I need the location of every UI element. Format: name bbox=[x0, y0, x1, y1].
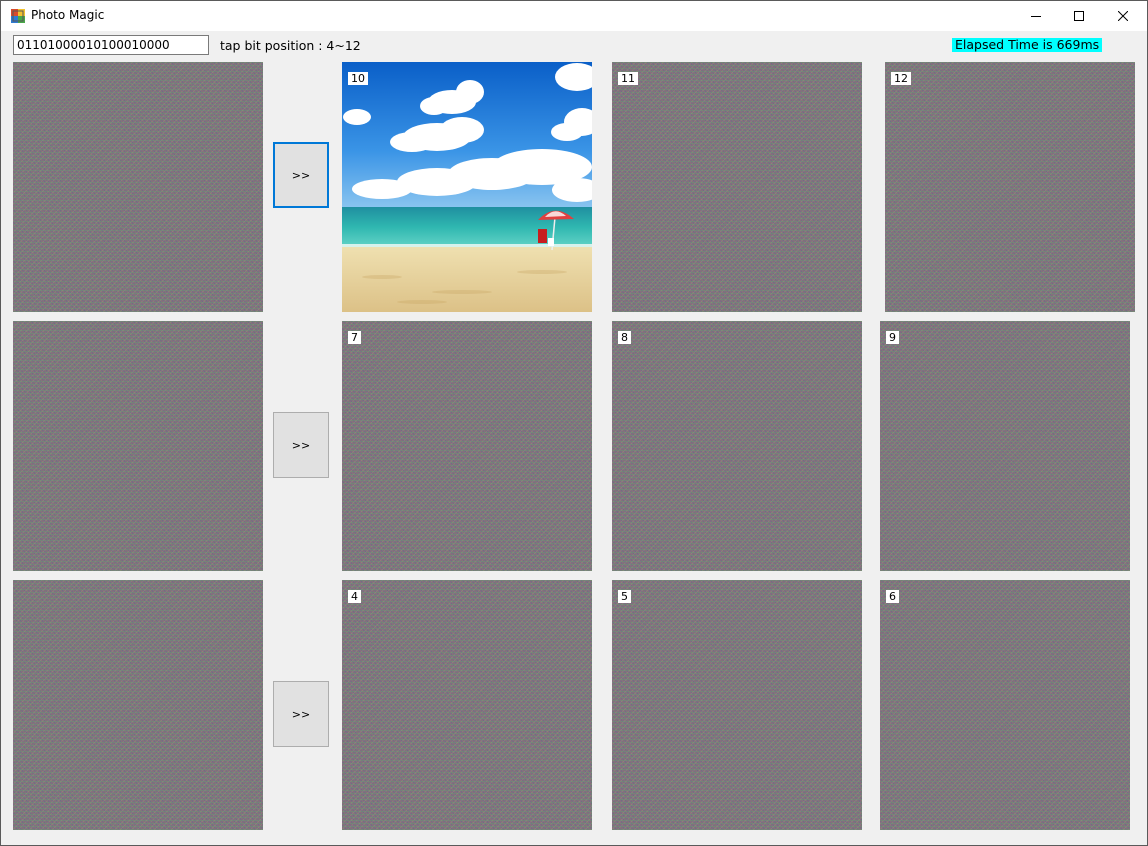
tap-position-label: tap bit position : 4~12 bbox=[220, 38, 361, 53]
title-bar[interactable]: Photo Magic bbox=[1, 1, 1147, 31]
result-image-9: 9 bbox=[880, 321, 1130, 571]
close-button[interactable] bbox=[1100, 1, 1146, 31]
tile-number: 9 bbox=[886, 331, 899, 344]
elapsed-time-label: Elapsed Time is 669ms bbox=[952, 38, 1103, 52]
tile-number: 12 bbox=[891, 72, 911, 85]
result-image-4: 4 bbox=[342, 580, 592, 830]
result-image-7: 7 bbox=[342, 321, 592, 571]
app-icon bbox=[11, 9, 25, 23]
minimize-icon bbox=[1031, 16, 1041, 17]
tile-number: 5 bbox=[618, 590, 631, 603]
source-image-row2 bbox=[13, 321, 263, 571]
process-button-row1[interactable]: >> bbox=[273, 142, 329, 208]
maximize-button[interactable] bbox=[1056, 1, 1102, 31]
tile-number: 4 bbox=[348, 590, 361, 603]
tile-number: 6 bbox=[886, 590, 899, 603]
minimize-button[interactable] bbox=[1013, 1, 1059, 31]
process-button-row2[interactable]: >> bbox=[273, 412, 329, 478]
app-window: Photo Magic tap bit position : 4~12 Elap… bbox=[0, 0, 1148, 846]
result-image-5: 5 bbox=[612, 580, 862, 830]
source-image-row1 bbox=[13, 62, 263, 312]
result-image-10: 10 bbox=[342, 62, 592, 312]
beach-photo bbox=[342, 62, 592, 312]
tile-number: 10 bbox=[348, 72, 368, 85]
process-button-row3[interactable]: >> bbox=[273, 681, 329, 747]
tile-number: 8 bbox=[618, 331, 631, 344]
tile-number: 7 bbox=[348, 331, 361, 344]
maximize-icon bbox=[1074, 11, 1084, 21]
tile-number: 11 bbox=[618, 72, 638, 85]
source-image-row3 bbox=[13, 580, 263, 830]
result-image-12: 12 bbox=[885, 62, 1135, 312]
window-title: Photo Magic bbox=[31, 8, 105, 22]
result-image-8: 8 bbox=[612, 321, 862, 571]
close-icon bbox=[1118, 11, 1128, 21]
result-image-6: 6 bbox=[880, 580, 1130, 830]
bit-sequence-input[interactable] bbox=[13, 35, 209, 55]
result-image-11: 11 bbox=[612, 62, 862, 312]
